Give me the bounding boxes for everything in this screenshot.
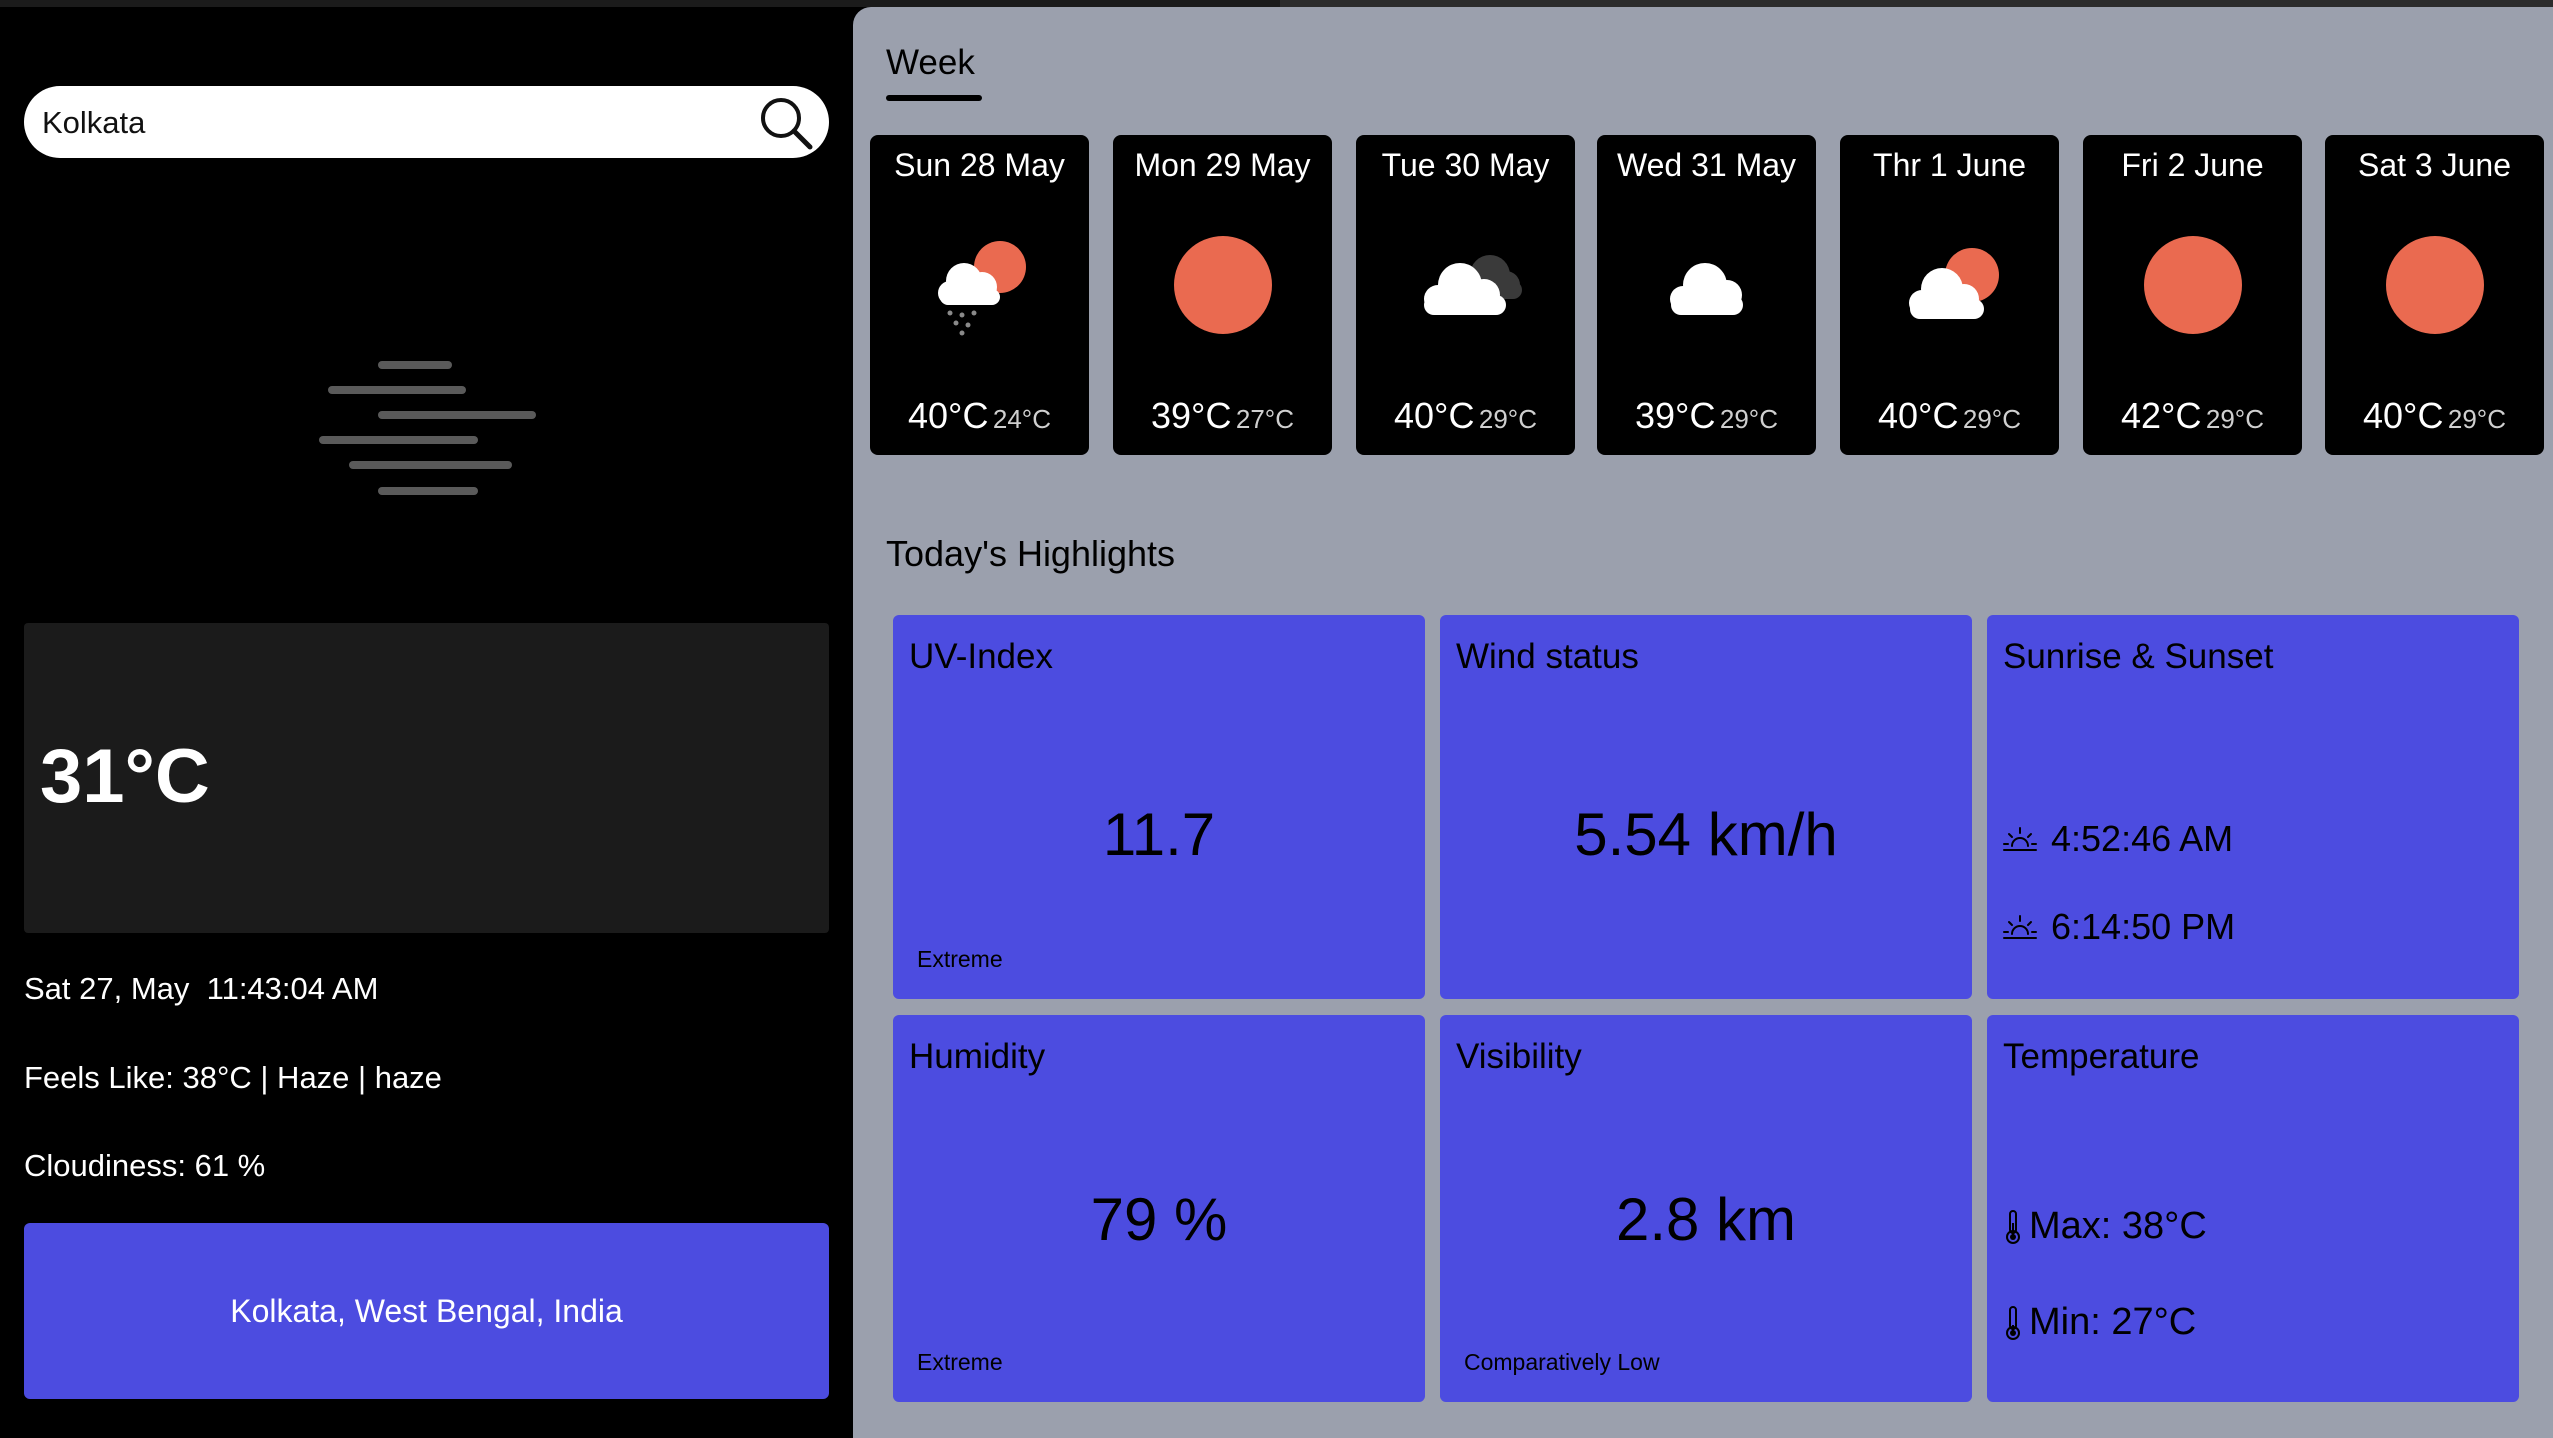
sun-icon <box>2143 236 2242 334</box>
cloud-icon <box>1669 263 1743 315</box>
day-name: Sat 3 June <box>2358 147 2511 183</box>
window-top-bar <box>0 0 2553 7</box>
sun-icon <box>1173 236 1272 334</box>
day-card[interactable]: Tue 30 May 40°C 29°C <box>1356 135 1575 455</box>
day-name: Thr 1 June <box>1873 147 2026 183</box>
broken-clouds-icon <box>1423 255 1522 315</box>
sunset-row: 6:14:50 PM <box>2003 906 2235 948</box>
humidity-note: Extreme <box>917 1349 1003 1375</box>
current-datetime: Sat 27, May 11:43:04 AM <box>24 971 379 1006</box>
sunset-icon <box>2003 915 2037 939</box>
wind-status-value: 5.54 km/h <box>1574 801 1838 868</box>
temperature-label: Temperature <box>2003 1037 2200 1076</box>
day-name: Wed 31 May <box>1616 147 1797 183</box>
day-card[interactable]: Sat 3 June 40°C 29°C <box>2325 135 2544 455</box>
uv-index-note: Extreme <box>917 946 1003 972</box>
current-weather-panel: 31°C Sat 27, May 11:43:04 AM Feels Like:… <box>0 7 853 1438</box>
day-min-temp: 27°C <box>1235 404 1294 434</box>
sunrise-time: 4:52:46 AM <box>2051 818 2234 859</box>
day-max-temp: 39°C <box>1635 395 1716 436</box>
day-min-temp: 29°C <box>1962 404 2021 434</box>
sunrise-sunset-label: Sunrise & Sunset <box>2003 637 2274 676</box>
day-temperatures: 39°C 29°C <box>1597 395 1816 437</box>
day-max-temp: 42°C <box>2121 395 2202 436</box>
uv-index-label: UV-Index <box>909 637 1053 676</box>
tab-week[interactable]: Week <box>886 43 975 83</box>
visibility-label: Visibility <box>1456 1037 1582 1076</box>
day-min-temp: 29°C <box>2447 404 2506 434</box>
forecast-panel: Week Sun 28 May 40°C 24°C Mon 29 May 39°… <box>853 7 2553 1438</box>
day-temperatures: 40°C 29°C <box>2325 395 2544 437</box>
wind-status-card: Wind status 5.54 km/h <box>1440 615 1972 999</box>
min-temp-row: Min: 27°C <box>2003 1301 2196 1344</box>
uv-index-card: UV-Index 11.7 Extreme <box>893 615 1425 999</box>
haze-icon <box>319 361 536 495</box>
day-name: Sun 28 May <box>894 147 1065 183</box>
humidity-label: Humidity <box>909 1037 1046 1076</box>
day-min-temp: 29°C <box>1478 404 1537 434</box>
location-button[interactable]: Kolkata, West Bengal, India <box>24 1223 829 1399</box>
day-min-temp: 29°C <box>1719 404 1778 434</box>
day-temperatures: 40°C 24°C <box>870 395 1089 437</box>
sunset-time: 6:14:50 PM <box>2051 906 2236 947</box>
rain-cloud-sun-icon <box>937 241 1026 336</box>
sunrise-row: 4:52:46 AM <box>2003 818 2233 860</box>
day-max-temp: 40°C <box>908 395 989 436</box>
search-icon[interactable] <box>757 94 815 152</box>
search-bar <box>24 86 829 160</box>
max-temp-value: Max: 38°C <box>2029 1205 2207 1247</box>
day-temperatures: 42°C 29°C <box>2083 395 2302 437</box>
temperature-card: Temperature Max: 38°C Min: 27°C <box>1987 1015 2519 1402</box>
window-top-bar-segment <box>1280 0 2553 7</box>
feels-like-text: Feels Like: 38°C | Haze | haze <box>24 1060 442 1095</box>
uv-index-value: 11.7 <box>1102 801 1216 868</box>
day-card[interactable]: Fri 2 June 42°C 29°C <box>2083 135 2302 455</box>
day-name: Mon 29 May <box>1134 147 1311 183</box>
sunrise-sunset-card: Sunrise & Sunset 4:52:46 AM 6:14:50 PM <box>1987 615 2519 999</box>
day-name: Fri 2 June <box>2121 147 2264 183</box>
day-max-temp: 40°C <box>1878 395 1959 436</box>
day-card[interactable]: Mon 29 May 39°C 27°C <box>1113 135 1332 455</box>
thermometer-icon <box>2006 1305 2020 1340</box>
day-max-temp: 40°C <box>2363 395 2444 436</box>
day-max-temp: 39°C <box>1151 395 1232 436</box>
day-max-temp: 40°C <box>1394 395 1475 436</box>
current-temperature-card: 31°C <box>24 623 829 933</box>
tab-active-indicator <box>886 95 982 101</box>
day-card[interactable]: Wed 31 May 39°C 29°C <box>1597 135 1816 455</box>
cloud-sun-icon <box>1908 248 1999 319</box>
day-min-temp: 29°C <box>2205 404 2264 434</box>
humidity-card: Humidity 79 % Extreme <box>893 1015 1425 1402</box>
max-temp-row: Max: 38°C <box>2003 1205 2207 1248</box>
min-temp-value: Min: 27°C <box>2029 1301 2197 1343</box>
day-name: Tue 30 May <box>1381 147 1550 183</box>
day-card[interactable]: Thr 1 June 40°C 29°C <box>1840 135 2059 455</box>
visibility-note: Comparatively Low <box>1464 1349 1660 1375</box>
humidity-value: 79 % <box>1090 1186 1228 1253</box>
day-min-temp: 24°C <box>992 404 1051 434</box>
current-temperature: 31°C <box>40 734 210 819</box>
wind-status-label: Wind status <box>1456 637 1639 676</box>
highlights-title: Today's Highlights <box>886 533 1176 574</box>
day-temperatures: 39°C 27°C <box>1113 395 1332 437</box>
day-temperatures: 40°C 29°C <box>1840 395 2059 437</box>
thermometer-icon <box>2006 1209 2020 1244</box>
sunrise-icon <box>2003 827 2037 851</box>
cloudiness-text: Cloudiness: 61 % <box>24 1148 266 1183</box>
search-input[interactable] <box>40 86 764 160</box>
day-temperatures: 40°C 29°C <box>1356 395 1575 437</box>
sun-icon <box>2385 236 2484 334</box>
day-card[interactable]: Sun 28 May 40°C 24°C <box>870 135 1089 455</box>
visibility-value: 2.8 km <box>1615 1186 1797 1253</box>
visibility-card: Visibility 2.8 km Comparatively Low <box>1440 1015 1972 1402</box>
